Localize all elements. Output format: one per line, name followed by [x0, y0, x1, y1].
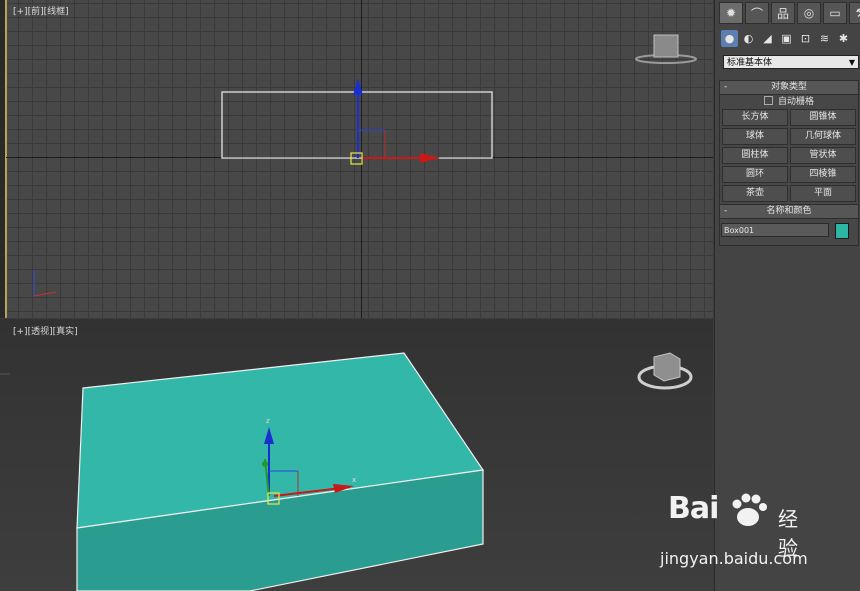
utilities-glyph: ⚒	[856, 6, 860, 20]
perspective-scene	[0, 352, 693, 591]
collapse-icon: -	[724, 82, 728, 92]
object-type-header[interactable]: - 对象类型	[720, 81, 858, 95]
lights-icon[interactable]: ◢	[759, 30, 776, 47]
cone-button[interactable]: 圆锥体	[790, 109, 856, 126]
front-viewport-scene	[33, 34, 697, 297]
cameras-icon[interactable]: ▣	[778, 30, 795, 47]
modify-glyph: ⌒	[750, 6, 763, 21]
category-dropdown[interactable]: 标准基本体 ▼	[723, 55, 859, 69]
paw-logo-icon	[732, 493, 767, 526]
perspective-viewport[interactable]: [+][透视][真实] z x	[0, 319, 713, 591]
sphere-button[interactable]: 球体	[722, 128, 788, 145]
motion-icon[interactable]: ◎	[797, 2, 821, 24]
object-type-rollout: - 对象类型 自动栅格 长方体 圆锥体 球体 几何球体 圆柱体 管状体 圆环 四…	[719, 80, 859, 205]
torus-button[interactable]: 圆环	[722, 166, 788, 183]
tube-button[interactable]: 管状体	[790, 147, 856, 164]
name-color-title: 名称和颜色	[766, 206, 812, 216]
checkbox-icon	[763, 96, 773, 105]
viewcube-icon[interactable]	[653, 34, 679, 58]
display-glyph: ▭	[829, 6, 841, 20]
shapes-icon[interactable]: ◐	[740, 30, 757, 47]
geometry-icon[interactable]: ●	[721, 30, 738, 47]
name-color-header[interactable]: - 名称和颜色	[720, 205, 858, 219]
modify-icon[interactable]: ⌒	[745, 2, 769, 24]
collapse-icon: -	[724, 206, 728, 216]
gizmo-x-arrow[interactable]	[420, 153, 440, 163]
object-color-swatch[interactable]	[835, 223, 849, 239]
gizmo-z-arrow[interactable]	[353, 78, 363, 95]
watermark-brand: Bai	[668, 491, 719, 526]
command-panel-tabs: ✹ ⌒ 品 ◎ ▭ ⚒	[719, 2, 860, 24]
viewcube-icon-persp[interactable]	[653, 352, 681, 382]
gizmo-x-label: x	[352, 476, 357, 484]
auto-grid-label: 自动栅格	[777, 97, 814, 107]
object-type-title: 对象类型	[770, 82, 807, 92]
plane-button[interactable]: 平面	[790, 185, 856, 202]
watermark-url: jingyan.baidu.com	[660, 549, 808, 568]
hierarchy-icon[interactable]: 品	[771, 2, 795, 24]
helpers-icon[interactable]: ⊡	[797, 30, 814, 47]
pyramid-button[interactable]: 四棱锥	[790, 166, 856, 183]
motion-glyph: ◎	[803, 6, 815, 20]
subcategory-row: ● ◐ ◢ ▣ ⊡ ≋ ✱	[721, 30, 852, 47]
box-button[interactable]: 长方体	[722, 109, 788, 126]
gizmo-y-arrow-persp[interactable]	[262, 461, 268, 467]
object-name-field[interactable]: Box001	[721, 223, 829, 237]
gizmo-z-label: z	[266, 417, 270, 425]
object-type-buttons: 长方体 圆锥体 球体 几何球体 圆柱体 管状体 圆环 四棱锥 茶壶 平面	[720, 109, 858, 204]
systems-icon[interactable]: ✱	[835, 30, 852, 47]
auto-grid-checkbox[interactable]: 自动栅格	[720, 95, 858, 109]
display-icon[interactable]: ▭	[823, 2, 847, 24]
hierarchy-glyph: 品	[776, 6, 789, 21]
cylinder-button[interactable]: 圆柱体	[722, 147, 788, 164]
tripod-x-axis	[33, 291, 57, 297]
teapot-button[interactable]: 茶壶	[722, 185, 788, 202]
create-icon[interactable]: ✹	[719, 2, 743, 24]
create-glyph: ✹	[725, 6, 737, 20]
utilities-icon[interactable]: ⚒	[849, 2, 860, 24]
spacewarps-icon[interactable]: ≋	[816, 30, 833, 47]
geosphere-button[interactable]: 几何球体	[790, 128, 856, 145]
chevron-down-icon: ▼	[848, 58, 855, 67]
front-viewport[interactable]: [+][前][线框]	[0, 0, 713, 318]
category-dropdown-value: 标准基本体	[727, 58, 773, 68]
